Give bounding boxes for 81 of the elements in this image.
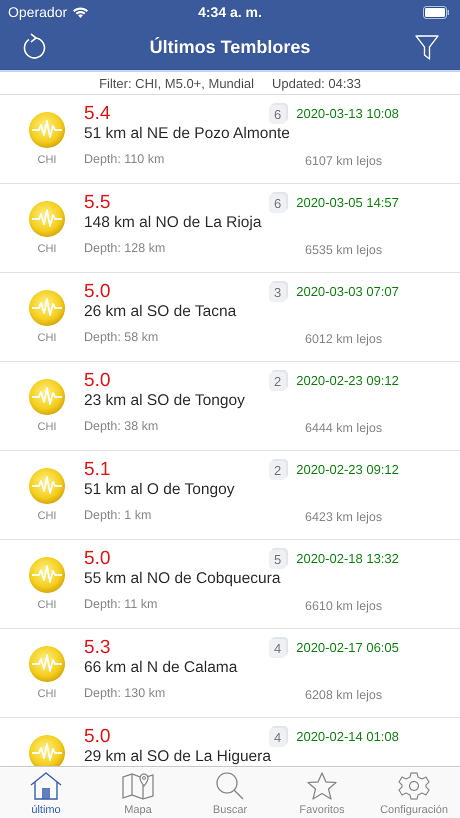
quake-row[interactable]: CHI 5.0 26 km al SO de Tacna Depth: 58 km 3 2020-03-03 07:07 6012 km lejos — [0, 273, 460, 362]
settings-icon — [397, 771, 431, 801]
tab-item[interactable]: último — [0, 767, 92, 818]
distance-text: 6610 km lejos — [304, 599, 384, 613]
depth-text: Depth: 128 km — [84, 241, 166, 255]
filter-button[interactable] — [414, 33, 440, 61]
seismograph-icon — [28, 645, 66, 683]
country-code: CHI — [38, 154, 56, 166]
magnitude: 5.0 — [84, 371, 110, 391]
date-time: 2020-03-03 07:07 — [296, 283, 399, 299]
quake-row[interactable]: CHI 5.0 55 km al NO de Cobquecura Depth: 11 km 5 2020-02-18 13:32 6610 km lejos — [0, 540, 460, 629]
quake-row[interactable]: CHI 5.0 23 km al SO de Tongoy Depth: 38 km 2 2020-02-23 09:12 6444 km lejos — [0, 362, 460, 451]
quake-row[interactable]: CHI 5.1 51 km al O de Tongoy Depth: 1 km 2 2020-02-23 09:12 6423 km lejos — [0, 451, 460, 540]
report-count-badge: 3 — [269, 283, 286, 302]
report-count-badge: 5 — [269, 550, 286, 569]
report-count-badge: 2 — [269, 461, 286, 480]
date-time: 2020-02-17 06:05 — [296, 639, 399, 655]
map-icon — [121, 771, 155, 801]
location-text: 23 km al SO de Tongoy — [84, 391, 245, 410]
depth-text: Depth: 1 km — [84, 508, 152, 522]
magnitude: 5.3 — [84, 638, 110, 658]
distance-text: 6107 km lejos — [304, 154, 384, 168]
clock-time: 4:34 a. m. — [198, 4, 262, 20]
magnitude: 5.4 — [84, 104, 110, 124]
depth-text: Depth: 110 km — [84, 152, 164, 166]
location-text: 66 km al N de Calama — [84, 658, 238, 677]
distance-text: 6444 km lejos — [304, 421, 384, 435]
magnitude: 5.0 — [84, 549, 110, 569]
carrier-name: Operador — [8, 4, 68, 20]
report-count-badge: 6 — [269, 194, 286, 213]
seismograph-icon — [28, 467, 66, 505]
quake-row[interactable]: CHI 5.4 51 km al NE de Pozo Almonte Depth: 110 km 6 2020-03-13 10:08 6107 km lejos — [0, 95, 460, 184]
magnitude: 5.0 — [84, 727, 110, 747]
country-code: CHI — [38, 688, 56, 700]
location-text: 26 km al SO de Tacna — [84, 302, 236, 321]
star-icon — [305, 771, 339, 801]
date-time: 2020-03-13 10:08 — [296, 105, 399, 121]
seismograph-icon — [28, 378, 66, 416]
report-count-badge: 2 — [269, 372, 286, 391]
home-icon — [29, 771, 63, 801]
country-code: CHI — [38, 421, 56, 433]
location-text: 148 km al NO de La Rioja — [84, 213, 262, 232]
quake-row[interactable]: CHI 5.5 148 km al NO de La Rioja Depth: 128 km 6 2020-03-05 14:57 6535 km lejos — [0, 184, 460, 273]
quake-row[interactable]: CHI 5.3 66 km al N de Calama Depth: 130 km 4 2020-02-17 06:05 6208 km lejos — [0, 629, 460, 718]
filter-icon — [414, 33, 440, 61]
date-time: 2020-02-23 09:12 — [296, 461, 399, 477]
wifi-icon — [72, 6, 90, 18]
depth-text: Depth: 58 km — [84, 330, 158, 344]
country-code: CHI — [38, 599, 56, 611]
date-time: 2020-03-05 14:57 — [296, 194, 399, 210]
depth-text: Depth: 11 km — [84, 597, 158, 611]
country-code: CHI — [38, 332, 56, 344]
date-time: 2020-02-23 09:12 — [296, 372, 399, 388]
depth-text: Depth: 130 km — [84, 686, 166, 700]
battery-icon — [423, 6, 450, 18]
date-time: 2020-02-14 01:08 — [296, 728, 399, 744]
location-text: 55 km al NO de Cobquecura — [84, 569, 280, 588]
report-count-badge: 6 — [269, 105, 286, 124]
seismograph-icon — [28, 289, 66, 327]
distance-text: 6208 km lejos — [304, 688, 384, 702]
distance-text: 6423 km lejos — [304, 510, 384, 524]
report-count-badge: 4 — [269, 639, 286, 658]
date-time: 2020-02-18 13:32 — [296, 550, 399, 566]
location-text: 29 km al SO de La Higuera — [84, 747, 271, 766]
updated-time: Updated: 04:33 — [272, 76, 361, 90]
seismograph-icon — [28, 200, 66, 238]
country-code: CHI — [38, 243, 56, 255]
seismograph-icon — [28, 556, 66, 594]
distance-text: 6535 km lejos — [304, 243, 384, 257]
report-count-badge: 4 — [269, 728, 286, 747]
magnitude: 5.0 — [84, 282, 110, 302]
seismograph-icon — [28, 111, 66, 149]
magnitude: 5.5 — [84, 193, 110, 213]
magnitude: 5.1 — [84, 460, 110, 480]
location-text: 51 km al O de Tongoy — [84, 480, 234, 499]
distance-text: 6012 km lejos — [304, 332, 384, 346]
filter-summary: Filter: CHI, M5.0+, Mundial — [99, 76, 254, 90]
country-code: CHI — [38, 510, 56, 522]
location-text: 51 km al NE de Pozo Almonte — [84, 124, 290, 143]
depth-text: Depth: 38 km — [84, 419, 158, 433]
screen-title: Últimos Temblores — [150, 36, 310, 58]
